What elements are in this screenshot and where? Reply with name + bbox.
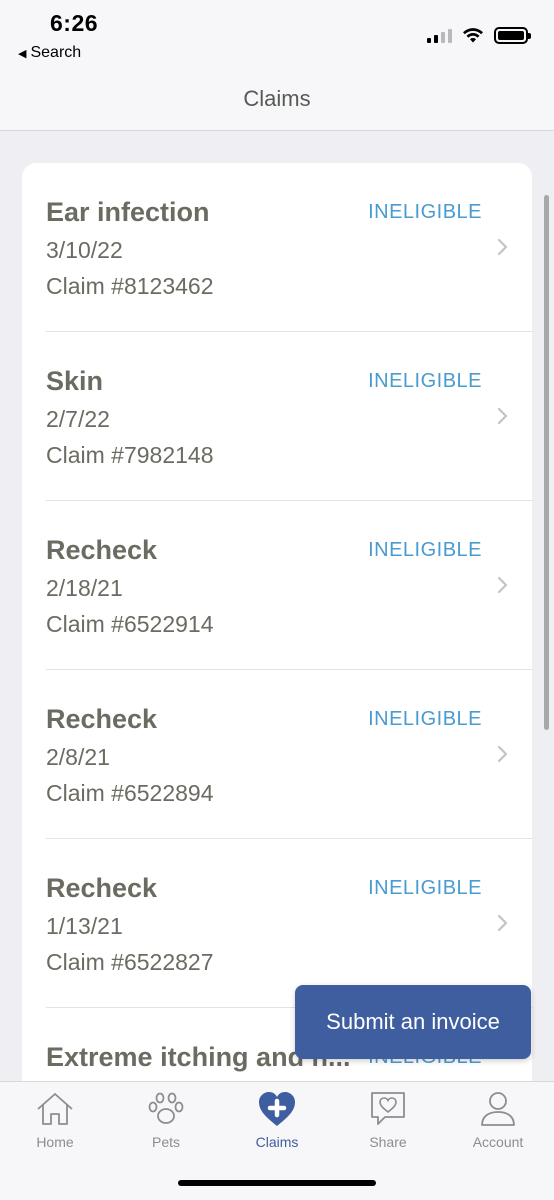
tab-share[interactable]: Share [333,1090,443,1160]
chevron-right-icon [497,407,508,425]
tab-label: Pets [151,1134,180,1150]
tab-pets[interactable]: Pets [111,1090,221,1160]
back-to-search-button[interactable]: ◀ Search [18,44,81,62]
battery-icon [494,26,531,44]
chevron-right-icon [497,238,508,256]
claim-number: Claim #7982148 [46,442,214,468]
home-indicator[interactable] [178,1180,376,1186]
claim-name: Recheck [46,535,158,565]
claim-status: INELIGIBLE [368,370,482,392]
claims-list: Ear infection INELIGIBLE 3/10/22 Claim #… [22,163,532,1093]
paw-icon [148,1092,184,1124]
claim-name: Ear infection [46,197,210,227]
claim-status: INELIGIBLE [368,201,482,223]
nav-header: Claims [0,70,554,131]
claim-name: Skin [46,366,104,396]
home-icon [37,1093,73,1125]
claim-number: Claim #6522827 [46,949,214,975]
chevron-right-icon [497,745,508,763]
claim-name: Recheck [46,873,158,903]
claim-number: Claim #6522894 [46,780,214,806]
submit-invoice-button[interactable]: Submit an invoice [295,985,531,1059]
page-title: Claims [243,86,311,111]
claim-number: Claim #6522914 [46,611,214,637]
status-bar: 6:26 ◀ Search [0,0,554,70]
claim-status: INELIGIBLE [368,708,482,730]
system-icons [427,26,531,44]
scrollbar[interactable] [544,195,549,730]
claim-date: 3/10/22 [46,237,123,263]
cellular-signal-icon [427,28,452,43]
claim-date: 1/13/21 [46,913,123,939]
claim-status: INELIGIBLE [368,539,482,561]
claim-date: 2/7/22 [46,406,110,432]
claim-status: INELIGIBLE [368,877,482,899]
claim-row[interactable]: Recheck INELIGIBLE 2/8/21 Claim #6522894 [22,670,532,839]
claim-row[interactable]: Skin INELIGIBLE 2/7/22 Claim #7982148 [22,332,532,501]
claim-row[interactable]: Ear infection INELIGIBLE 3/10/22 Claim #… [22,163,532,332]
claim-row[interactable]: Recheck INELIGIBLE 2/18/21 Claim #652291… [22,501,532,670]
back-search-label: Search [30,44,82,61]
chevron-right-icon [497,914,508,932]
claim-number: Claim #8123462 [46,273,214,299]
tab-label: Account [472,1134,524,1150]
tab-home[interactable]: Home [0,1090,110,1160]
status-time: 6:26 [50,10,99,36]
claim-date: 2/18/21 [46,575,123,601]
claim-row[interactable]: Recheck INELIGIBLE 1/13/21 Claim #652282… [22,839,532,1008]
claim-name: Recheck [46,704,158,734]
tab-label: Claims [255,1134,299,1150]
wifi-icon [463,28,483,43]
tab-label: Home [36,1134,74,1150]
tab-claims[interactable]: Claims [222,1090,332,1160]
tab-account[interactable]: Account [443,1090,553,1160]
back-triangle-icon: ◀ [18,47,27,60]
tab-label: Share [369,1134,407,1150]
account-icon [481,1092,515,1126]
claims-heart-icon [259,1092,295,1126]
chevron-right-icon [497,576,508,594]
share-heart-icon [371,1092,405,1125]
claim-date: 2/8/21 [46,744,110,770]
